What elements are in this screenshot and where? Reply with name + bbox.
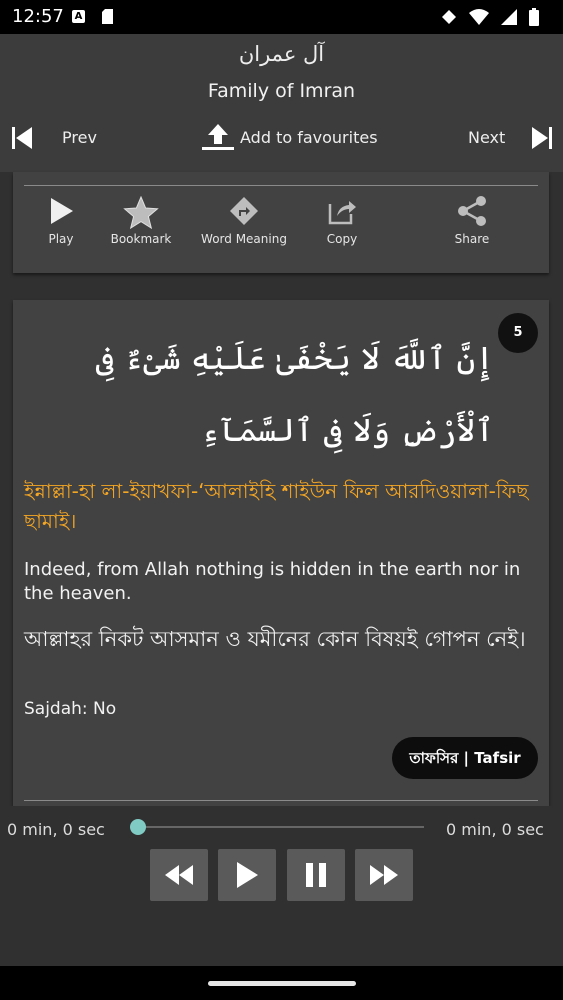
rewind-button[interactable] bbox=[150, 849, 208, 901]
verse-card: 5 إِنَّ ٱللَّهَ لَا يَخْفَىٰ عَلَيْهِ شَ… bbox=[13, 300, 549, 806]
fast-forward-button[interactable] bbox=[355, 849, 413, 901]
play-icon bbox=[51, 198, 73, 224]
seek-thumb[interactable] bbox=[130, 819, 146, 835]
share-action-label: Share bbox=[454, 232, 490, 246]
audio-player: 0 min, 0 sec 0 min, 0 sec bbox=[0, 806, 563, 966]
status-right-icons bbox=[441, 8, 539, 26]
wifi-icon bbox=[469, 9, 489, 25]
star-icon bbox=[123, 196, 159, 230]
keyboard-a-icon: A bbox=[72, 10, 85, 23]
signal-diamond-icon bbox=[442, 10, 456, 24]
surah-title-arabic: آل عمران bbox=[238, 42, 325, 66]
verse-transliteration: ইন্নাল্লা-হা লা-ইয়াখফা-‘আলাইহি শাইউন ফি… bbox=[24, 479, 529, 533]
divider bbox=[24, 185, 538, 186]
verse-translation-english: Indeed, from Allah nothing is hidden in … bbox=[24, 559, 521, 604]
bookmark-action-label: Bookmark bbox=[110, 232, 172, 246]
sajdah-info: Sajdah: No bbox=[24, 699, 117, 719]
surah-header: آل عمران Family of Imran Prev Add to fav… bbox=[0, 34, 563, 172]
pause-button[interactable] bbox=[287, 849, 345, 901]
verse-arabic-text: إِنَّ ٱللَّهَ لَا يَخْفَىٰ عَلَيْهِ شَىْ… bbox=[95, 339, 494, 449]
verse-translation-bengali: আল্লাহর নিকট আসমান ও যমীনের কোন বিষয়ই গ… bbox=[24, 627, 526, 651]
battery-icon bbox=[529, 8, 539, 26]
next-button[interactable]: Next bbox=[468, 128, 505, 147]
sd-card-icon bbox=[102, 9, 113, 24]
share-external-icon bbox=[328, 201, 356, 225]
add-to-favourites-button[interactable]: Add to favourites bbox=[240, 128, 378, 147]
copy-action-label: Copy bbox=[326, 232, 358, 246]
pause-icon bbox=[306, 863, 326, 887]
share-icon bbox=[458, 196, 486, 226]
tafsir-button[interactable]: তাফসির | Tafsir bbox=[392, 737, 538, 779]
rewind-icon bbox=[165, 865, 193, 885]
prev-button[interactable]: Prev bbox=[62, 128, 97, 147]
turn-right-icon bbox=[230, 197, 258, 225]
skip-previous-icon[interactable] bbox=[12, 127, 32, 153]
fast-forward-icon bbox=[370, 865, 398, 885]
elapsed-time: 0 min, 0 sec bbox=[7, 820, 105, 839]
cell-signal-icon bbox=[501, 9, 517, 25]
play-icon bbox=[237, 862, 258, 888]
play-button[interactable] bbox=[218, 849, 276, 901]
divider bbox=[24, 800, 538, 801]
verse-actions-card: Play Bookmark Word Meaning Copy Share bbox=[13, 172, 549, 273]
home-gesture-handle[interactable] bbox=[208, 981, 356, 986]
total-duration: 0 min, 0 sec bbox=[446, 820, 544, 839]
status-time: 12:57 bbox=[12, 6, 64, 27]
seek-bar[interactable] bbox=[138, 826, 424, 828]
copy-action-button[interactable]: Copy bbox=[287, 196, 397, 246]
verse-number-badge: 5 bbox=[498, 313, 538, 353]
share-action-button[interactable]: Share bbox=[417, 196, 527, 246]
word-meaning-action-button[interactable]: Word Meaning bbox=[189, 196, 299, 246]
bookmark-action-button[interactable]: Bookmark bbox=[86, 196, 196, 246]
skip-next-icon[interactable] bbox=[532, 127, 552, 153]
system-navigation-bar bbox=[0, 966, 563, 1000]
word-meaning-action-label: Word Meaning bbox=[201, 232, 287, 246]
upload-icon[interactable] bbox=[202, 123, 234, 155]
surah-title-english: Family of Imran bbox=[207, 80, 356, 102]
status-bar: 12:57 A bbox=[0, 0, 563, 34]
